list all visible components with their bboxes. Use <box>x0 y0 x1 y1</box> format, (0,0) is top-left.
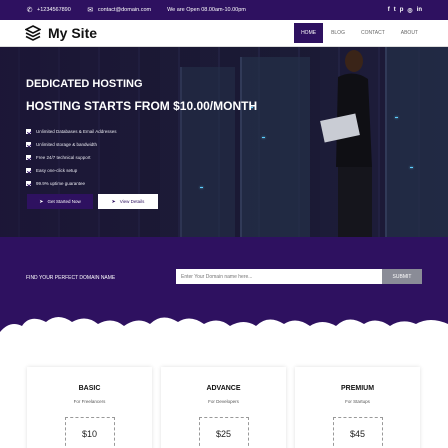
plan-price: $45 <box>332 417 383 448</box>
get-started-button[interactable]: ➤ Get Started Now <box>27 194 93 209</box>
feature-item: Unlimited Databases & Email Addresses <box>26 125 117 138</box>
phone-info[interactable]: ✆ +1234567890 <box>26 7 71 14</box>
feature-item: 99.9% uptime guarantee <box>26 177 117 190</box>
view-details-button[interactable]: ➤ View Details <box>98 194 158 209</box>
site-logo[interactable]: My Site <box>25 25 97 41</box>
feature-text: Unlimited Databases & Email Addresses <box>36 129 117 134</box>
checkbox-icon <box>26 155 31 160</box>
cloud-divider <box>0 317 448 350</box>
site-brand-name: My Site <box>48 25 98 41</box>
checkbox-icon <box>26 181 31 186</box>
nav-item-blog[interactable]: BLOG <box>323 23 353 43</box>
checkbox-icon <box>26 142 31 147</box>
plan-subtitle: For Developers <box>208 399 239 404</box>
hero-subtitle: HOSTING STARTS FROM $10.00/MONTH <box>26 99 258 113</box>
view-details-label: View Details <box>119 199 145 204</box>
hours-info: We are Open 08.00am-10.00pm <box>167 7 246 13</box>
pricing-section: BASIC For Freelancers $10 ADVANCE For De… <box>0 347 448 448</box>
feature-item: Unlimited storage & bandwidth <box>26 138 117 151</box>
hours-text: We are Open 08.00am-10.00pm <box>167 7 246 13</box>
send-icon: ➤ <box>111 198 116 205</box>
feature-list: Unlimited Databases & Email Addresses Un… <box>26 125 117 190</box>
server-rack-image <box>180 67 235 237</box>
get-started-label: Get Started Now <box>47 199 81 204</box>
rack-light <box>410 167 413 168</box>
nav-item-contact[interactable]: CONTACT <box>353 23 393 43</box>
server-rack-image <box>385 47 448 237</box>
domain-search-input[interactable] <box>176 269 382 284</box>
hero-title: DEDICATED HOSTING <box>26 78 143 90</box>
feature-text: Unlimited storage & bandwidth <box>36 142 98 147</box>
feature-text: Easy one-click setup <box>36 168 78 173</box>
rack-light <box>262 137 265 138</box>
nav-item-home[interactable]: HOME <box>294 23 324 43</box>
technician-photo <box>320 50 372 237</box>
top-info-bar: ✆ +1234567890 ✉ contact@domain.com We ar… <box>0 0 448 20</box>
feature-item: Free 24/7 technical support <box>26 151 117 164</box>
feature-text: Free 24/7 technical support <box>36 155 91 160</box>
plan-name: ADVANCE <box>206 385 241 392</box>
rack-light <box>200 187 203 188</box>
pricing-card-basic: BASIC For Freelancers $10 <box>27 367 152 448</box>
feature-text: 99.9% uptime guarantee <box>36 181 86 186</box>
plan-price: $25 <box>198 417 249 448</box>
facebook-icon[interactable]: f <box>388 7 390 14</box>
plan-name: BASIC <box>78 385 101 392</box>
plan-name: PREMIUM <box>340 385 375 392</box>
instagram-icon[interactable]: ◎ <box>407 7 412 14</box>
twitter-icon[interactable]: t <box>394 7 396 14</box>
checkbox-icon <box>26 168 31 173</box>
nav-item-about[interactable]: ABOUT <box>393 23 426 43</box>
phone-icon: ✆ <box>26 6 33 14</box>
feature-item: Easy one-click setup <box>26 164 117 177</box>
rocket-icon: ➤ <box>39 198 44 205</box>
envelope-icon: ✉ <box>87 6 94 14</box>
linkedin-icon[interactable]: in <box>417 7 422 14</box>
rack-light <box>395 117 398 118</box>
pricing-card-premium: PREMIUM For Startups $45 <box>295 367 420 448</box>
server-rack-image <box>240 57 310 237</box>
email-info[interactable]: ✉ contact@domain.com <box>87 7 151 14</box>
plan-subtitle: For Startups <box>345 399 370 404</box>
domain-search-label: FIND YOUR PERFECT DOMAIN NAME <box>26 275 116 281</box>
email-text: contact@domain.com <box>97 7 152 13</box>
layers-icon <box>25 25 41 41</box>
main-navbar: My Site HOME BLOG CONTACT ABOUT <box>0 20 448 47</box>
phone-text: +1234567890 <box>37 7 71 13</box>
plan-price: $10 <box>64 417 115 448</box>
nav-menu: HOME BLOG CONTACT ABOUT <box>294 20 426 46</box>
checkbox-icon <box>26 129 31 134</box>
social-links: f t p ◎ in <box>388 7 422 14</box>
pricing-card-advance: ADVANCE For Developers $25 <box>161 367 286 448</box>
pinterest-icon[interactable]: p <box>400 7 404 14</box>
plan-subtitle: For Freelancers <box>73 399 106 404</box>
domain-submit-button[interactable]: SUBMIT <box>382 269 422 284</box>
